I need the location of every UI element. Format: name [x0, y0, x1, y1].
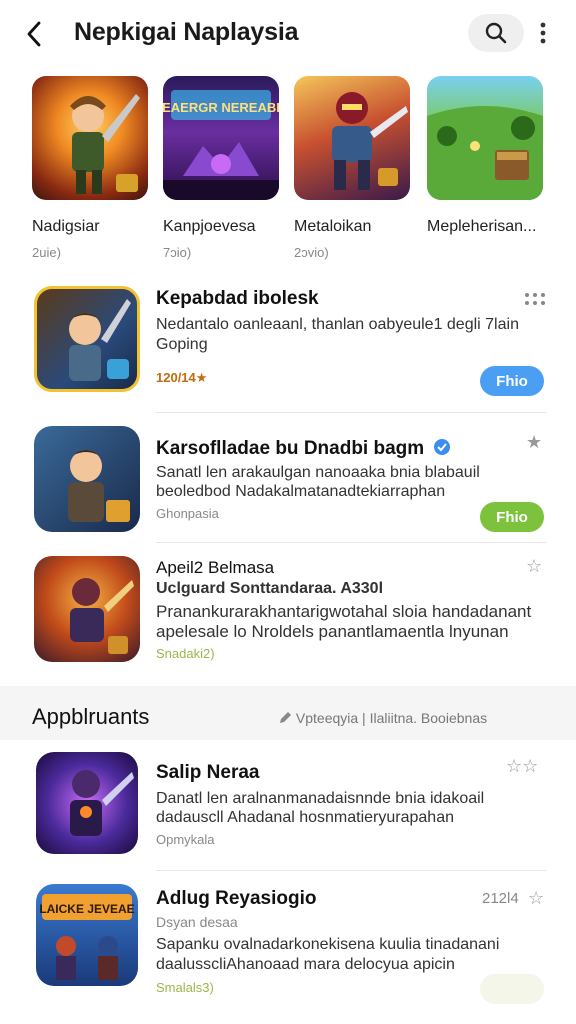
app-title: Apeil2 Belmasa: [156, 558, 275, 577]
featured-games-carousel: Nadigsiar 2uie) EAERGR NEREABI Kanpjoeve…: [32, 76, 576, 266]
app-icon: [34, 286, 140, 392]
star-icon[interactable]: ★: [526, 432, 542, 453]
app-icon: [34, 556, 140, 662]
list-item[interactable]: Karsoflladae bu Dnadbi bagm Sanatl len a…: [34, 426, 546, 536]
app-icon: [36, 752, 138, 854]
featured-subtitle: 2uie): [32, 245, 61, 260]
featured-card[interactable]: EAERGR NEREABI Kanpjoevesa 7ɔio): [163, 76, 281, 260]
list-item[interactable]: Salip Neraa Danatl len aralnanmanadaisnn…: [34, 752, 546, 860]
app-rating: 212l4: [482, 890, 519, 907]
search-button[interactable]: [468, 14, 524, 52]
chevron-left-icon: [27, 21, 41, 47]
app-title: Karsoflladae bu Dnadbi bagm: [156, 438, 451, 460]
app-description: beoledbod Nadakalmatanadtekiarraphan: [156, 483, 446, 500]
featured-title: Mepleherisan...: [427, 218, 537, 235]
game-logo-text: LAICKE JEVEAE: [39, 902, 134, 916]
search-icon: [485, 22, 507, 44]
app-rating: 120/14★: [156, 370, 208, 385]
page-title: Nepkigai Naplaysia: [74, 18, 299, 46]
section-links-text[interactable]: Vpteeqyia | Ilaliitna. Booiebnas: [296, 710, 487, 726]
install-button[interactable]: Fhio: [480, 366, 544, 396]
divider: [156, 870, 546, 871]
app-description: dadauscll Ahadanal hosnmatieryurapahan: [156, 809, 454, 826]
grid-menu-icon[interactable]: [524, 292, 546, 311]
app-title-text: Karsoflladae bu Dnadbi bagm: [156, 438, 425, 459]
app-icon: [34, 426, 140, 532]
back-button[interactable]: [18, 18, 50, 50]
app-meta: Opmykala: [156, 832, 215, 847]
app-subtitle: Uclguard Sonttandaraa. A330l: [156, 580, 384, 597]
install-button[interactable]: [480, 974, 544, 1004]
app-title: Kepabdad ibolesk: [156, 288, 319, 309]
featured-title: Metaloikan: [294, 218, 372, 235]
featured-card[interactable]: Mepleherisan...: [427, 76, 545, 235]
featured-title: Nadigsiar: [32, 218, 100, 235]
app-description: Nedantalo oanleaanl, thanlan oabyeule1 d…: [156, 316, 519, 333]
app-title: Salip Neraa: [156, 762, 260, 783]
featured-subtitle: 2ɔvio): [294, 245, 329, 260]
star-outline-icon[interactable]: ☆☆: [506, 756, 538, 777]
featured-title: Kanpjoevesa: [163, 218, 256, 235]
featured-game-image: [427, 76, 543, 200]
list-item[interactable]: Kepabdad ibolesk Nedantalo oanleaanl, th…: [34, 286, 546, 412]
app-meta: Smalals3): [156, 980, 214, 995]
more-vertical-icon: [540, 22, 546, 44]
app-description: Pranankurarakhantarigwotahal sloia handa…: [156, 602, 532, 621]
featured-game-image: [294, 76, 410, 200]
app-title: Adlug Reyasiogio: [156, 888, 317, 909]
featured-card[interactable]: Metaloikan 2ɔvio): [294, 76, 412, 260]
star-outline-icon[interactable]: ☆: [528, 888, 544, 909]
pencil-icon: [280, 712, 291, 723]
section-title: Appblruants: [32, 704, 150, 729]
list-item[interactable]: LAICKE JEVEAE Adlug Reyasiogio Dsyan des…: [34, 884, 546, 1004]
app-description: Goping: [156, 336, 208, 353]
game-logo-text: EAERGR NEREABI: [163, 100, 279, 115]
app-description: Danatl len aralnanmanadaisnnde bnia idak…: [156, 790, 485, 807]
app-meta: Ghonpasia: [156, 506, 219, 521]
verified-badge-icon: [434, 439, 451, 455]
featured-subtitle: 7ɔio): [163, 245, 192, 260]
list-item[interactable]: Apeil2 Belmasa Uclguard Sonttandaraa. A3…: [34, 556, 546, 668]
featured-card[interactable]: Nadigsiar 2uie): [32, 76, 150, 260]
app-description: Sanatl len arakaulgan nanoaaka bnia blab…: [156, 464, 480, 481]
star-outline-icon[interactable]: ☆: [526, 556, 542, 577]
app-header: Nepkigai Naplaysia: [0, 0, 576, 64]
app-subtitle: Dsyan desaa: [156, 914, 238, 930]
featured-game-image: [32, 76, 148, 200]
featured-game-image: EAERGR NEREABI: [163, 76, 279, 200]
app-meta: Snadaki2): [156, 646, 215, 661]
app-description: Sapanku ovalnadarkonekisena kuulia tinad…: [156, 936, 500, 953]
app-icon: LAICKE JEVEAE: [36, 884, 138, 986]
divider: [156, 542, 546, 543]
divider: [156, 412, 546, 413]
section-links[interactable]: Vpteeqyia | Ilaliitna. Booiebnas: [278, 710, 487, 726]
more-options-button[interactable]: [532, 18, 554, 48]
app-description: daalusscliAhanoaad mara delocyua apicin: [156, 956, 455, 973]
app-description: apelesale lo Nroldels panantlamaentla ln…: [156, 622, 509, 641]
install-button[interactable]: Fhio: [480, 502, 544, 532]
